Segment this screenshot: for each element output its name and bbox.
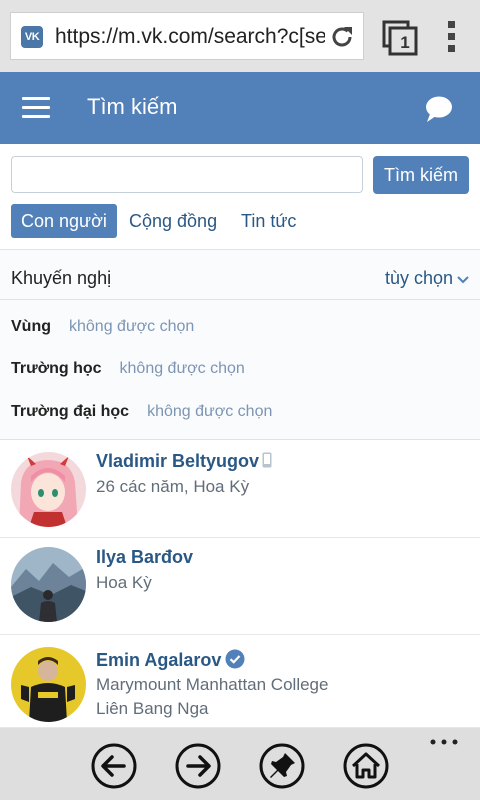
url-text[interactable]: https://m.vk.com/search?c[se [55, 24, 325, 50]
tab-communities[interactable]: Cộng đồng [129, 204, 217, 238]
mobile-icon [262, 452, 272, 468]
options-label: tùy chọn [384, 268, 453, 288]
filter-name: Trường học [11, 360, 102, 377]
tab-count: 1 [400, 33, 410, 52]
person-name[interactable]: Emin Agalarov [96, 649, 245, 671]
reload-icon[interactable] [329, 24, 355, 50]
list-item[interactable]: Vladimir Beltyugov 26 các năm, Hoa Kỳ [0, 441, 480, 538]
search-input[interactable] [11, 156, 363, 193]
tab-news[interactable]: Tin tức [241, 204, 296, 238]
filter-school[interactable]: Trường học không được chọn [11, 360, 245, 378]
browser-top-bar: VK https://m.vk.com/search?c[se 1 [0, 0, 480, 72]
filter-value[interactable]: không được chọn [120, 360, 245, 377]
list-item[interactable]: Ilya Barđov Hoa Kỳ [0, 538, 480, 635]
recommendations-bar: Khuyến nghị tùy chọn [0, 250, 480, 300]
filter-value[interactable]: không được chọn [69, 318, 194, 335]
tab-people[interactable]: Con người [11, 204, 117, 238]
menu-icon[interactable] [22, 97, 50, 119]
avatar[interactable] [11, 547, 86, 622]
back-icon[interactable] [90, 742, 138, 790]
person-name[interactable]: Vladimir Beltyugov [96, 451, 272, 472]
filters-panel: Vùng không được chọn Trường học không được… [0, 300, 480, 440]
search-area: Tìm kiếm Con người Cộng đồng Tin tức [0, 144, 480, 250]
home-icon[interactable] [342, 742, 390, 790]
verified-icon [225, 649, 245, 669]
pin-icon[interactable] [258, 742, 306, 790]
avatar[interactable] [11, 452, 86, 527]
browser-bottom-bar [0, 728, 480, 800]
avatar[interactable] [11, 647, 86, 722]
filter-university[interactable]: Trường đại học không được chọn [11, 403, 272, 421]
filter-name: Trường đại học [11, 403, 130, 420]
page-title: Tìm kiếm [87, 94, 178, 119]
person-info: 26 các năm, Hoa Kỳ [96, 477, 250, 496]
person-info: Liên Bang Nga [96, 699, 209, 718]
address-bar[interactable]: VK https://m.vk.com/search?c[se [10, 12, 364, 60]
more-horizontal-icon[interactable] [430, 738, 458, 746]
chevron-down-icon [457, 276, 469, 284]
forward-icon[interactable] [174, 742, 222, 790]
filter-name: Vùng [11, 318, 51, 335]
filter-value[interactable]: không được chọn [147, 403, 272, 420]
chat-bubble-icon[interactable] [424, 94, 454, 124]
person-info: Marymount Manhattan College [96, 675, 329, 694]
search-button[interactable]: Tìm kiếm [373, 156, 469, 194]
list-item[interactable]: Emin Agalarov Marymount Manhattan Colleg… [0, 635, 480, 728]
recommendations-label: Khuyến nghị [11, 268, 112, 288]
person-info: Hoa Kỳ [96, 573, 152, 592]
options-toggle[interactable]: tùy chọn [385, 268, 469, 289]
vk-header: Tìm kiếm [0, 72, 480, 144]
vk-favicon-icon: VK [21, 26, 43, 48]
filter-region[interactable]: Vùng không được chọn [11, 318, 194, 336]
person-name[interactable]: Ilya Barđov [96, 547, 193, 568]
more-vertical-icon[interactable] [444, 20, 460, 54]
